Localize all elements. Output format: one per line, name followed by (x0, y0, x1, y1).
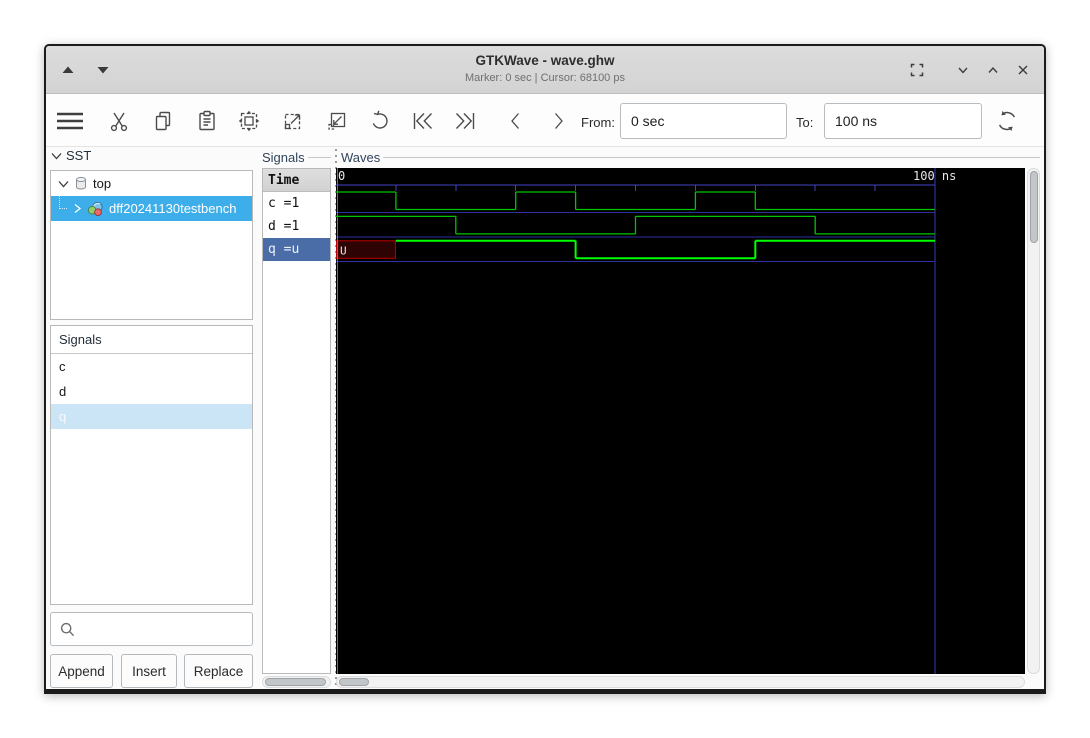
skip-to-end-icon (455, 113, 475, 129)
minimize-button[interactable] (952, 59, 974, 81)
waves-vscrollbar[interactable] (1027, 168, 1040, 674)
sst-tree: top dff20241130testbench (50, 170, 253, 320)
signal-value-c[interactable]: c =1 (263, 192, 330, 215)
toolbar: From: To: (46, 94, 1044, 147)
signal-search-panel: Signals c d q (50, 325, 253, 605)
undo-button[interactable] (366, 107, 394, 135)
signals-frame-line (308, 157, 331, 158)
chevron-left-icon (511, 113, 519, 129)
to-label: To: (796, 115, 814, 130)
signal-values-panel: Time c =1 d =1 q =u (262, 168, 331, 674)
step-right-button[interactable] (544, 107, 572, 135)
search-input[interactable] (76, 613, 252, 645)
waves-hscrollbar-thumb[interactable] (339, 678, 369, 686)
signals-hscrollbar[interactable] (262, 676, 331, 688)
svg-text:U: U (340, 244, 347, 257)
signal-search-header[interactable]: Signals (51, 326, 252, 354)
tree-item-label: top (93, 176, 112, 191)
reload-icon (998, 110, 1016, 132)
tree-guide (59, 196, 67, 209)
fullscreen-icon (910, 63, 924, 77)
chevron-up-icon (988, 66, 998, 73)
database-icon (76, 177, 86, 190)
signal-search-item-q[interactable]: q (51, 404, 252, 429)
skip-to-start-icon (413, 113, 433, 129)
signal-search-box[interactable] (50, 612, 253, 646)
from-input[interactable] (620, 103, 787, 139)
signal-search-item-c[interactable]: c (51, 354, 252, 379)
gtkwave-window: GTKWave - wave.ghw Marker: 0 sec | Curso… (44, 44, 1046, 694)
zoom-out-button[interactable] (323, 107, 351, 135)
window-title: GTKWave - wave.ghw (475, 53, 615, 68)
zoom-fit-button[interactable] (235, 107, 263, 135)
svg-text:0: 0 (338, 169, 345, 183)
expander-right-icon (74, 203, 82, 214)
sst-expander[interactable]: SST (51, 148, 91, 163)
chevron-down-icon (958, 67, 968, 74)
zoom-in-button[interactable] (279, 107, 307, 135)
fullscreen-button[interactable] (906, 59, 928, 81)
main-content: SST top dff20241130testbench Signals c d… (46, 147, 1044, 689)
cut-button[interactable] (105, 107, 133, 135)
waves-frame-line (383, 157, 1040, 158)
titlebar[interactable]: GTKWave - wave.ghw Marker: 0 sec | Curso… (46, 46, 1044, 94)
signal-value-d[interactable]: d =1 (263, 215, 330, 238)
signal-search-item-d[interactable]: d (51, 379, 252, 404)
tree-item-testbench[interactable]: dff20241130testbench (51, 196, 252, 221)
to-input[interactable] (824, 103, 982, 139)
undo-icon (372, 110, 388, 129)
reload-button[interactable] (993, 107, 1021, 135)
window-status-subtitle: Marker: 0 sec | Cursor: 68100 ps (465, 72, 625, 84)
module-icon (87, 201, 103, 216)
copy-button[interactable] (149, 107, 177, 135)
paste-icon (199, 110, 215, 131)
menu-icon (57, 112, 83, 130)
search-icon (60, 622, 75, 636)
tree-item-label: dff20241130testbench (109, 201, 237, 216)
desktop: GTKWave - wave.ghw Marker: 0 sec | Curso… (0, 0, 1090, 738)
signals-hscrollbar-thumb[interactable] (265, 678, 326, 686)
replace-button[interactable]: Replace (184, 654, 253, 688)
wave-canvas[interactable]: 0 100 ns U (336, 168, 1025, 674)
step-left-button[interactable] (502, 107, 530, 135)
copy-icon (155, 111, 171, 131)
close-icon (1018, 65, 1028, 75)
time-header[interactable]: Time (263, 169, 330, 192)
cut-icon (110, 112, 128, 132)
zoom-in-icon (284, 113, 301, 130)
waves-frame-label: Waves (341, 150, 381, 165)
sst-label: SST (66, 148, 92, 163)
skip-to-start-button[interactable] (409, 107, 437, 135)
signal-value-q[interactable]: q =u (263, 238, 330, 261)
expander-down-icon (58, 180, 69, 187)
paste-button[interactable] (193, 107, 221, 135)
zoom-out-icon (328, 112, 346, 130)
expander-down-icon (51, 152, 62, 159)
append-button[interactable]: Append (50, 654, 113, 688)
waveform-plot: 0 100 nsU (336, 168, 956, 674)
signals-frame-label: Signals (262, 150, 305, 165)
from-label: From: (581, 115, 615, 130)
zoom-fit-icon (238, 110, 260, 132)
insert-button[interactable]: Insert (121, 654, 177, 688)
maximize-button[interactable] (982, 59, 1004, 81)
waves-vscrollbar-thumb[interactable] (1029, 171, 1038, 243)
chevron-right-icon (555, 113, 563, 129)
waves-hscrollbar[interactable] (336, 676, 1025, 688)
menu-button[interactable] (56, 107, 84, 135)
close-button[interactable] (1012, 59, 1034, 81)
tree-item-top[interactable]: top (51, 171, 252, 196)
skip-to-end-button[interactable] (451, 107, 479, 135)
